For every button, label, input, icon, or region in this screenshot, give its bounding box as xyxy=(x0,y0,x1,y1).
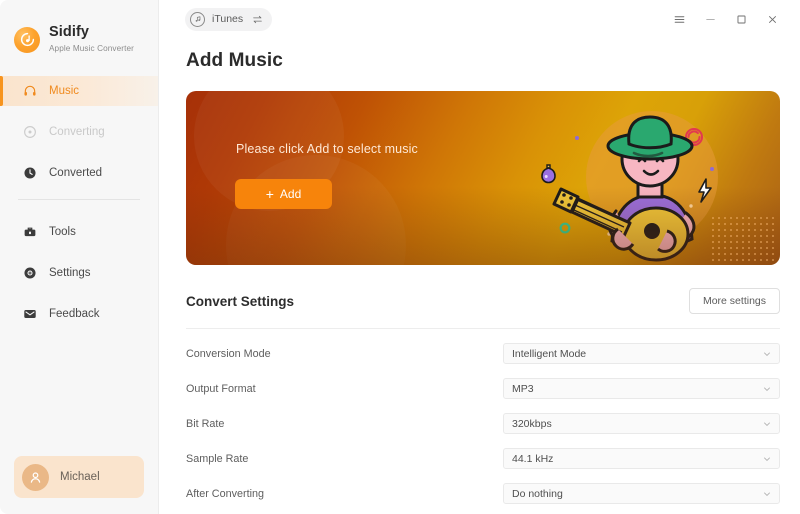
setting-row-after-converting: After Converting Do nothing xyxy=(186,483,780,504)
setting-row-bit-rate: Bit Rate 320kbps xyxy=(186,413,780,434)
settings-divider xyxy=(186,328,780,329)
sidebar-item-label: Settings xyxy=(49,267,91,279)
swap-arrows-icon[interactable] xyxy=(252,14,263,25)
sample-rate-select[interactable]: 44.1 kHz xyxy=(503,448,780,469)
sidebar-item-label: Feedback xyxy=(49,308,100,320)
clock-icon xyxy=(21,165,38,182)
setting-label: Bit Rate xyxy=(186,417,225,430)
sidebar-item-label: Converting xyxy=(49,126,105,138)
convert-settings-title: Convert Settings xyxy=(186,293,295,309)
setting-label: Sample Rate xyxy=(186,452,249,465)
add-button[interactable]: + Add xyxy=(235,179,332,209)
sidebar-item-label: Converted xyxy=(49,167,103,179)
chevron-down-icon xyxy=(762,349,772,359)
setting-row-sample-rate: Sample Rate 44.1 kHz xyxy=(186,448,780,469)
maximize-icon[interactable] xyxy=(728,6,755,33)
add-button-label: Add xyxy=(279,187,302,201)
bit-rate-select[interactable]: 320kbps xyxy=(503,413,780,434)
user-profile[interactable]: Michael xyxy=(14,456,144,498)
close-icon[interactable] xyxy=(759,6,786,33)
convert-settings-section: Convert Settings More settings Conversio… xyxy=(159,288,800,504)
converting-icon xyxy=(21,124,38,141)
setting-row-output-format: Output Format MP3 xyxy=(186,378,780,399)
select-value: 320kbps xyxy=(512,417,552,430)
sidebar-item-tools[interactable]: Tools xyxy=(0,217,158,247)
sidebar-item-music[interactable]: Music xyxy=(0,76,158,106)
brand-tagline: Apple Music Converter xyxy=(49,44,134,54)
toolbox-icon xyxy=(21,224,38,241)
window-controls xyxy=(666,6,786,33)
app-window: Sidify Apple Music Converter Music Conve… xyxy=(0,0,800,514)
titlebar: iTunes xyxy=(159,0,800,38)
select-value: Do nothing xyxy=(512,487,563,500)
source-label: iTunes xyxy=(212,13,244,25)
source-selector[interactable]: iTunes xyxy=(185,7,273,31)
sidebar-item-settings[interactable]: Settings xyxy=(0,258,158,288)
setting-label: After Converting xyxy=(186,487,265,500)
setting-label: Output Format xyxy=(186,382,256,395)
dot-pattern-decoration xyxy=(710,215,776,261)
chevron-down-icon xyxy=(762,419,772,429)
select-value: 44.1 kHz xyxy=(512,452,554,465)
sidebar-divider xyxy=(18,199,140,200)
setting-row-conversion-mode: Conversion Mode Intelligent Mode xyxy=(186,343,780,364)
chevron-down-icon xyxy=(762,454,772,464)
envelope-icon xyxy=(21,306,38,323)
sidebar-item-converting[interactable]: Converting xyxy=(0,117,158,147)
sidebar: Sidify Apple Music Converter Music Conve… xyxy=(0,0,159,514)
sidebar-nav: Music Converting Converted Tools Setting… xyxy=(0,76,158,340)
select-value: Intelligent Mode xyxy=(512,347,587,360)
plus-icon: + xyxy=(265,186,274,202)
convert-settings-header: Convert Settings More settings xyxy=(186,288,780,314)
setting-label: Conversion Mode xyxy=(186,347,271,360)
main-content: iTunes Add Music Please click Add to sel… xyxy=(159,0,800,514)
hamburger-menu-icon[interactable] xyxy=(666,6,693,33)
more-settings-button[interactable]: More settings xyxy=(688,288,780,314)
output-format-select[interactable]: MP3 xyxy=(503,378,780,399)
user-name: Michael xyxy=(60,471,100,483)
sidebar-item-label: Tools xyxy=(49,226,76,238)
page-title: Add Music xyxy=(186,50,283,71)
add-music-banner: Please click Add to select music + Add xyxy=(186,91,780,265)
conversion-mode-select[interactable]: Intelligent Mode xyxy=(503,343,780,364)
profile-section: Michael xyxy=(0,456,158,498)
headphones-icon xyxy=(21,83,38,100)
brand: Sidify Apple Music Converter xyxy=(0,0,158,62)
user-avatar-icon xyxy=(22,463,49,491)
sidebar-item-feedback[interactable]: Feedback xyxy=(0,299,158,329)
sidebar-item-label: Music xyxy=(49,85,80,97)
minimize-icon[interactable] xyxy=(697,6,724,33)
chevron-down-icon xyxy=(762,384,772,394)
sidify-logo-icon xyxy=(14,26,40,53)
banner-message: Please click Add to select music xyxy=(236,142,418,156)
banner-overlay xyxy=(186,91,780,265)
music-note-icon xyxy=(190,11,205,27)
gear-icon xyxy=(21,265,38,282)
brand-title: Sidify xyxy=(49,24,90,41)
chevron-down-icon xyxy=(762,489,772,499)
after-converting-select[interactable]: Do nothing xyxy=(503,483,780,504)
select-value: MP3 xyxy=(512,382,534,395)
sidebar-item-converted[interactable]: Converted xyxy=(0,158,158,188)
